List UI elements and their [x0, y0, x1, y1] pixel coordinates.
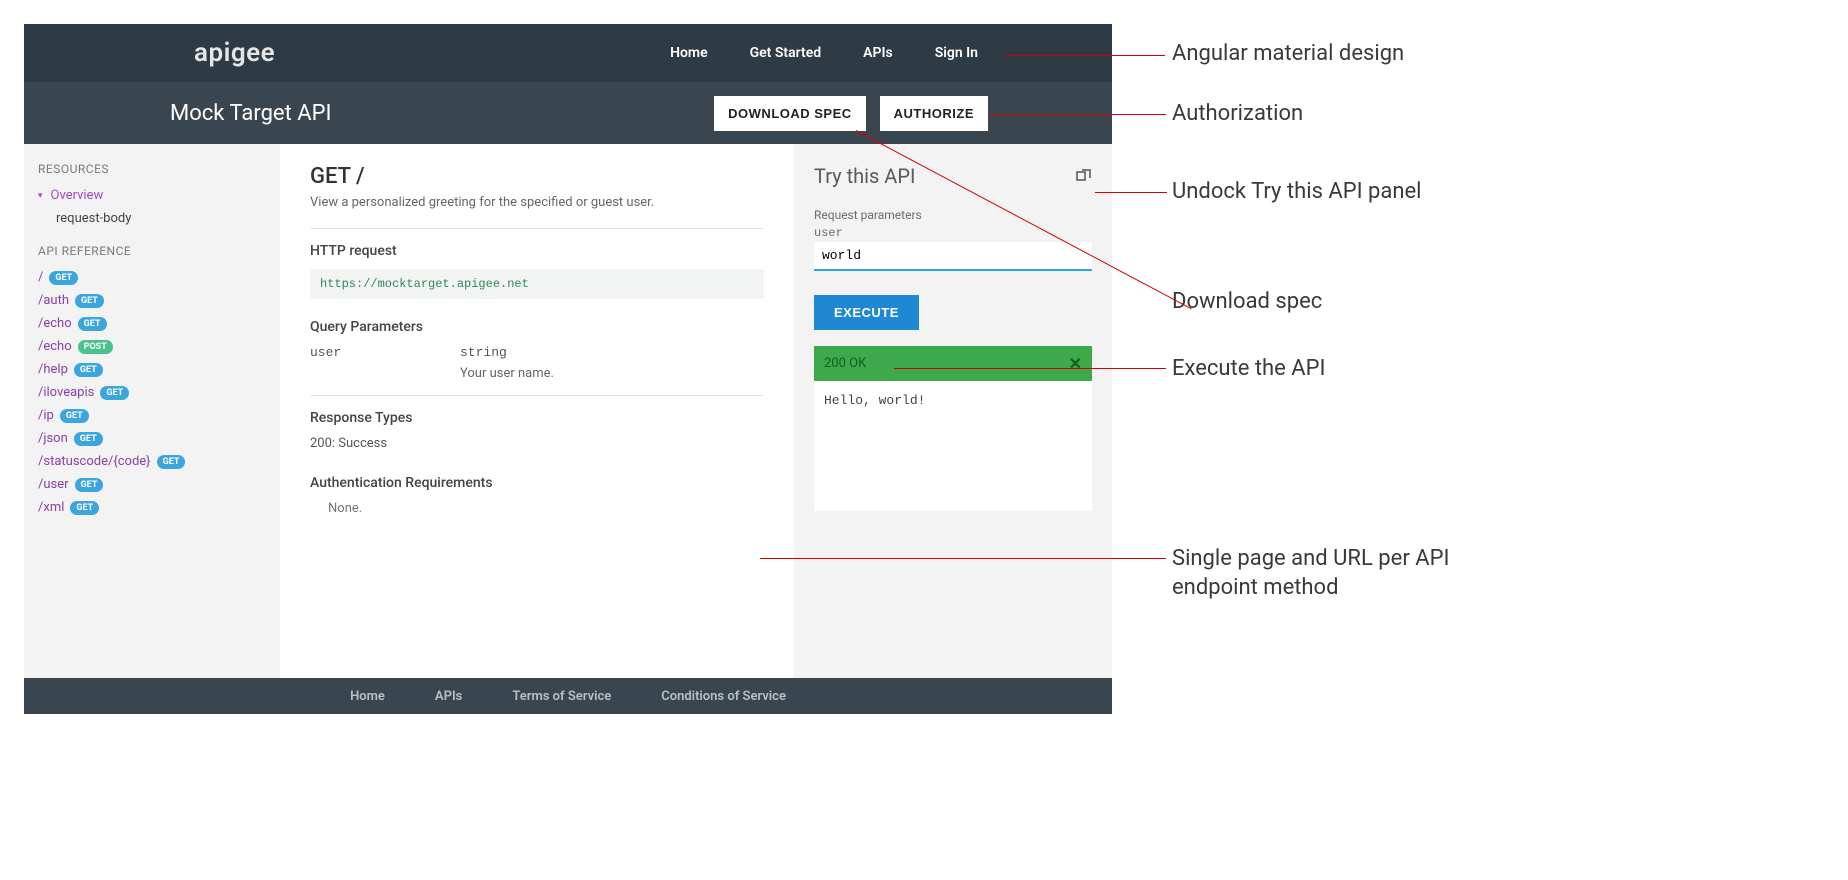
- sidebar-item-statuscode[interactable]: /statuscode/{code} GET: [38, 450, 266, 473]
- sidebar-item-xml[interactable]: /xml GET: [38, 496, 266, 519]
- method-badge: GET: [75, 478, 104, 492]
- resource-sidebar: RESOURCES Overview request-body API REFE…: [24, 144, 280, 678]
- method-badge: GET: [74, 363, 103, 377]
- app-frame: apigee Home Get Started APIs Sign In Moc…: [24, 24, 1112, 714]
- sidebar-item-label: /iloveapis: [38, 385, 94, 400]
- annotation-execute: Execute the API: [1172, 355, 1325, 384]
- endpoint-description: View a personalized greeting for the spe…: [310, 195, 764, 210]
- sidebar-item-user[interactable]: /user GET: [38, 473, 266, 496]
- divider: [310, 395, 764, 396]
- method-badge: GET: [100, 386, 129, 400]
- method-badge: GET: [60, 409, 89, 423]
- sidebar-item-root[interactable]: / GET: [38, 266, 266, 289]
- sidebar-item-label: /: [38, 270, 43, 285]
- sub-nav: Mock Target API DOWNLOAD SPEC AUTHORIZE: [24, 82, 1112, 144]
- sidebar-item-overview[interactable]: Overview: [38, 184, 266, 207]
- endpoint-content: GET / View a personalized greeting for t…: [280, 144, 794, 678]
- sidebar-item-label: /xml: [38, 500, 64, 515]
- sidebar-item-request-body[interactable]: request-body: [38, 207, 266, 230]
- method-badge: GET: [75, 294, 104, 308]
- sidebar-item-iloveapis[interactable]: /iloveapis GET: [38, 381, 266, 404]
- callout-line: [894, 368, 1166, 369]
- sidebar-item-label: /help: [38, 362, 68, 377]
- nav-apis[interactable]: APIs: [863, 45, 893, 61]
- nav-sign-in[interactable]: Sign In: [935, 45, 978, 61]
- execute-button[interactable]: EXECUTE: [814, 295, 919, 330]
- response-status-bar: 200 OK ✕: [814, 346, 1092, 381]
- footer-apis[interactable]: APIs: [435, 689, 462, 704]
- footer: Home APIs Terms of Service Conditions of…: [24, 678, 1112, 714]
- sidebar-item-auth[interactable]: /auth GET: [38, 289, 266, 312]
- method-badge: GET: [78, 317, 107, 331]
- endpoint-title: GET /: [310, 164, 764, 189]
- sidebar-item-label: /echo: [38, 316, 72, 331]
- nav-home[interactable]: Home: [670, 45, 708, 61]
- query-params-heading: Query Parameters: [310, 319, 764, 335]
- method-badge: GET: [74, 432, 103, 446]
- sidebar-item-label: /statuscode/{code}: [38, 454, 151, 469]
- callout-line: [1095, 192, 1167, 193]
- sidebar-heading-resources: RESOURCES: [38, 162, 266, 176]
- annotation-authorization: Authorization: [1172, 100, 1303, 129]
- sidebar-item-ip[interactable]: /ip GET: [38, 404, 266, 427]
- sidebar-item-label: /auth: [38, 293, 69, 308]
- sidebar-item-label: /user: [38, 477, 69, 492]
- download-spec-button[interactable]: DOWNLOAD SPEC: [714, 96, 866, 131]
- main-layout: RESOURCES Overview request-body API REFE…: [24, 144, 1112, 678]
- callout-line: [988, 114, 1166, 115]
- sidebar-item-json[interactable]: /json GET: [38, 427, 266, 450]
- undock-icon[interactable]: [1076, 168, 1092, 184]
- param-name: user: [310, 345, 460, 360]
- annotation-undock: Undock Try this API panel: [1172, 178, 1432, 207]
- sidebar-item-echo-post[interactable]: /echo POST: [38, 335, 266, 358]
- callout-line: [1005, 55, 1165, 56]
- http-request-heading: HTTP request: [310, 243, 764, 259]
- authorize-button[interactable]: AUTHORIZE: [880, 96, 988, 131]
- try-api-title: Try this API: [814, 164, 1092, 188]
- sidebar-item-help[interactable]: /help GET: [38, 358, 266, 381]
- annotation-single-page: Single page and URL per API endpoint met…: [1172, 545, 1492, 602]
- response-status-text: 200 OK: [824, 356, 866, 371]
- callout-line: [760, 558, 1166, 559]
- user-input[interactable]: [814, 242, 1092, 271]
- sidebar-item-echo-get[interactable]: /echo GET: [38, 312, 266, 335]
- param-type: string: [460, 345, 507, 360]
- query-param-row: user string: [310, 345, 764, 360]
- top-nav: apigee Home Get Started APIs Sign In: [24, 24, 1112, 82]
- param-description: Your user name.: [460, 366, 764, 381]
- brand-logo: apigee: [194, 38, 275, 68]
- request-params-label: Request parameters: [814, 208, 1092, 222]
- method-badge: GET: [157, 455, 186, 469]
- sidebar-item-label: /ip: [38, 408, 54, 423]
- divider: [310, 228, 764, 229]
- footer-cos[interactable]: Conditions of Service: [661, 689, 786, 704]
- footer-home[interactable]: Home: [350, 689, 385, 704]
- auth-req-value: None.: [328, 501, 764, 516]
- sidebar-item-label: /echo: [38, 339, 72, 354]
- method-badge: POST: [78, 340, 113, 354]
- sidebar-item-label: /json: [38, 431, 68, 446]
- sidebar-heading-api-reference: API REFERENCE: [38, 244, 266, 258]
- response-type-line: 200: Success: [310, 436, 764, 451]
- nav-get-started[interactable]: Get Started: [750, 45, 822, 61]
- method-badge: GET: [70, 501, 99, 515]
- api-title: Mock Target API: [170, 101, 331, 126]
- close-icon[interactable]: ✕: [1069, 354, 1082, 373]
- footer-tos[interactable]: Terms of Service: [512, 689, 611, 704]
- annotation-download: Download spec: [1172, 288, 1322, 317]
- try-api-panel: Try this API Request parameters user EXE…: [794, 144, 1112, 678]
- annotation-angular: Angular material design: [1172, 40, 1404, 69]
- response-types-heading: Response Types: [310, 410, 764, 426]
- method-badge: GET: [49, 271, 78, 285]
- response-body: Hello, world!: [814, 381, 1092, 511]
- http-request-url: https://mocktarget.apigee.net: [310, 269, 764, 299]
- auth-req-heading: Authentication Requirements: [310, 475, 764, 491]
